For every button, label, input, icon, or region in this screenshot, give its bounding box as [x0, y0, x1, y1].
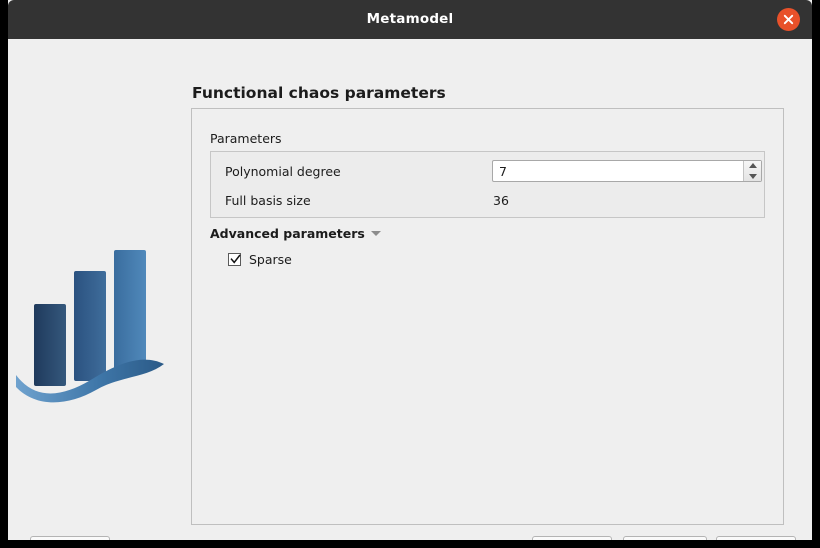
- help-button[interactable]: Help: [30, 536, 110, 540]
- polynomial-degree-spinbox[interactable]: [492, 160, 762, 182]
- full-basis-size-label: Full basis size: [225, 193, 311, 208]
- sparse-label: Sparse: [249, 252, 292, 267]
- continue-button[interactable]: Continue: [623, 536, 707, 540]
- parameters-group-box: Polynomial degree Full basis size 36: [210, 151, 765, 218]
- advanced-parameters-label: Advanced parameters: [210, 226, 365, 241]
- full-basis-size-value: 36: [493, 193, 509, 208]
- sparse-checkbox-row[interactable]: Sparse: [228, 252, 292, 267]
- full-basis-size-row: Full basis size 36: [211, 189, 764, 214]
- sparse-checkbox[interactable]: [228, 253, 241, 266]
- metamodel-dialog-window: Metamodel Functional chaos parameters Pa…: [8, 0, 812, 540]
- spinbox-buttons[interactable]: [743, 161, 761, 181]
- title-bar: Metamodel: [8, 0, 812, 39]
- cancel-button[interactable]: Cancel: [716, 536, 796, 540]
- bar-chart-wave-logo: [16, 244, 168, 404]
- spinbox-increment-icon[interactable]: [744, 161, 761, 171]
- advanced-parameters-toggle[interactable]: Advanced parameters: [210, 226, 381, 241]
- polynomial-degree-row: Polynomial degree: [211, 160, 764, 185]
- chevron-down-icon[interactable]: [370, 231, 381, 236]
- polynomial-degree-input[interactable]: [499, 164, 734, 179]
- page-title: Functional chaos parameters: [192, 84, 446, 102]
- window-title: Metamodel: [366, 11, 454, 27]
- parameters-group-caption: Parameters: [210, 131, 282, 146]
- dialog-body: Functional chaos parameters Parameters P…: [8, 39, 812, 540]
- close-icon[interactable]: [777, 8, 800, 31]
- content-panel: Parameters Polynomial degree Full basis …: [191, 108, 784, 525]
- back-button[interactable]: Back: [532, 536, 612, 540]
- polynomial-degree-label: Polynomial degree: [225, 164, 341, 179]
- checkmark-icon: [230, 254, 241, 264]
- spinbox-decrement-icon[interactable]: [744, 171, 761, 181]
